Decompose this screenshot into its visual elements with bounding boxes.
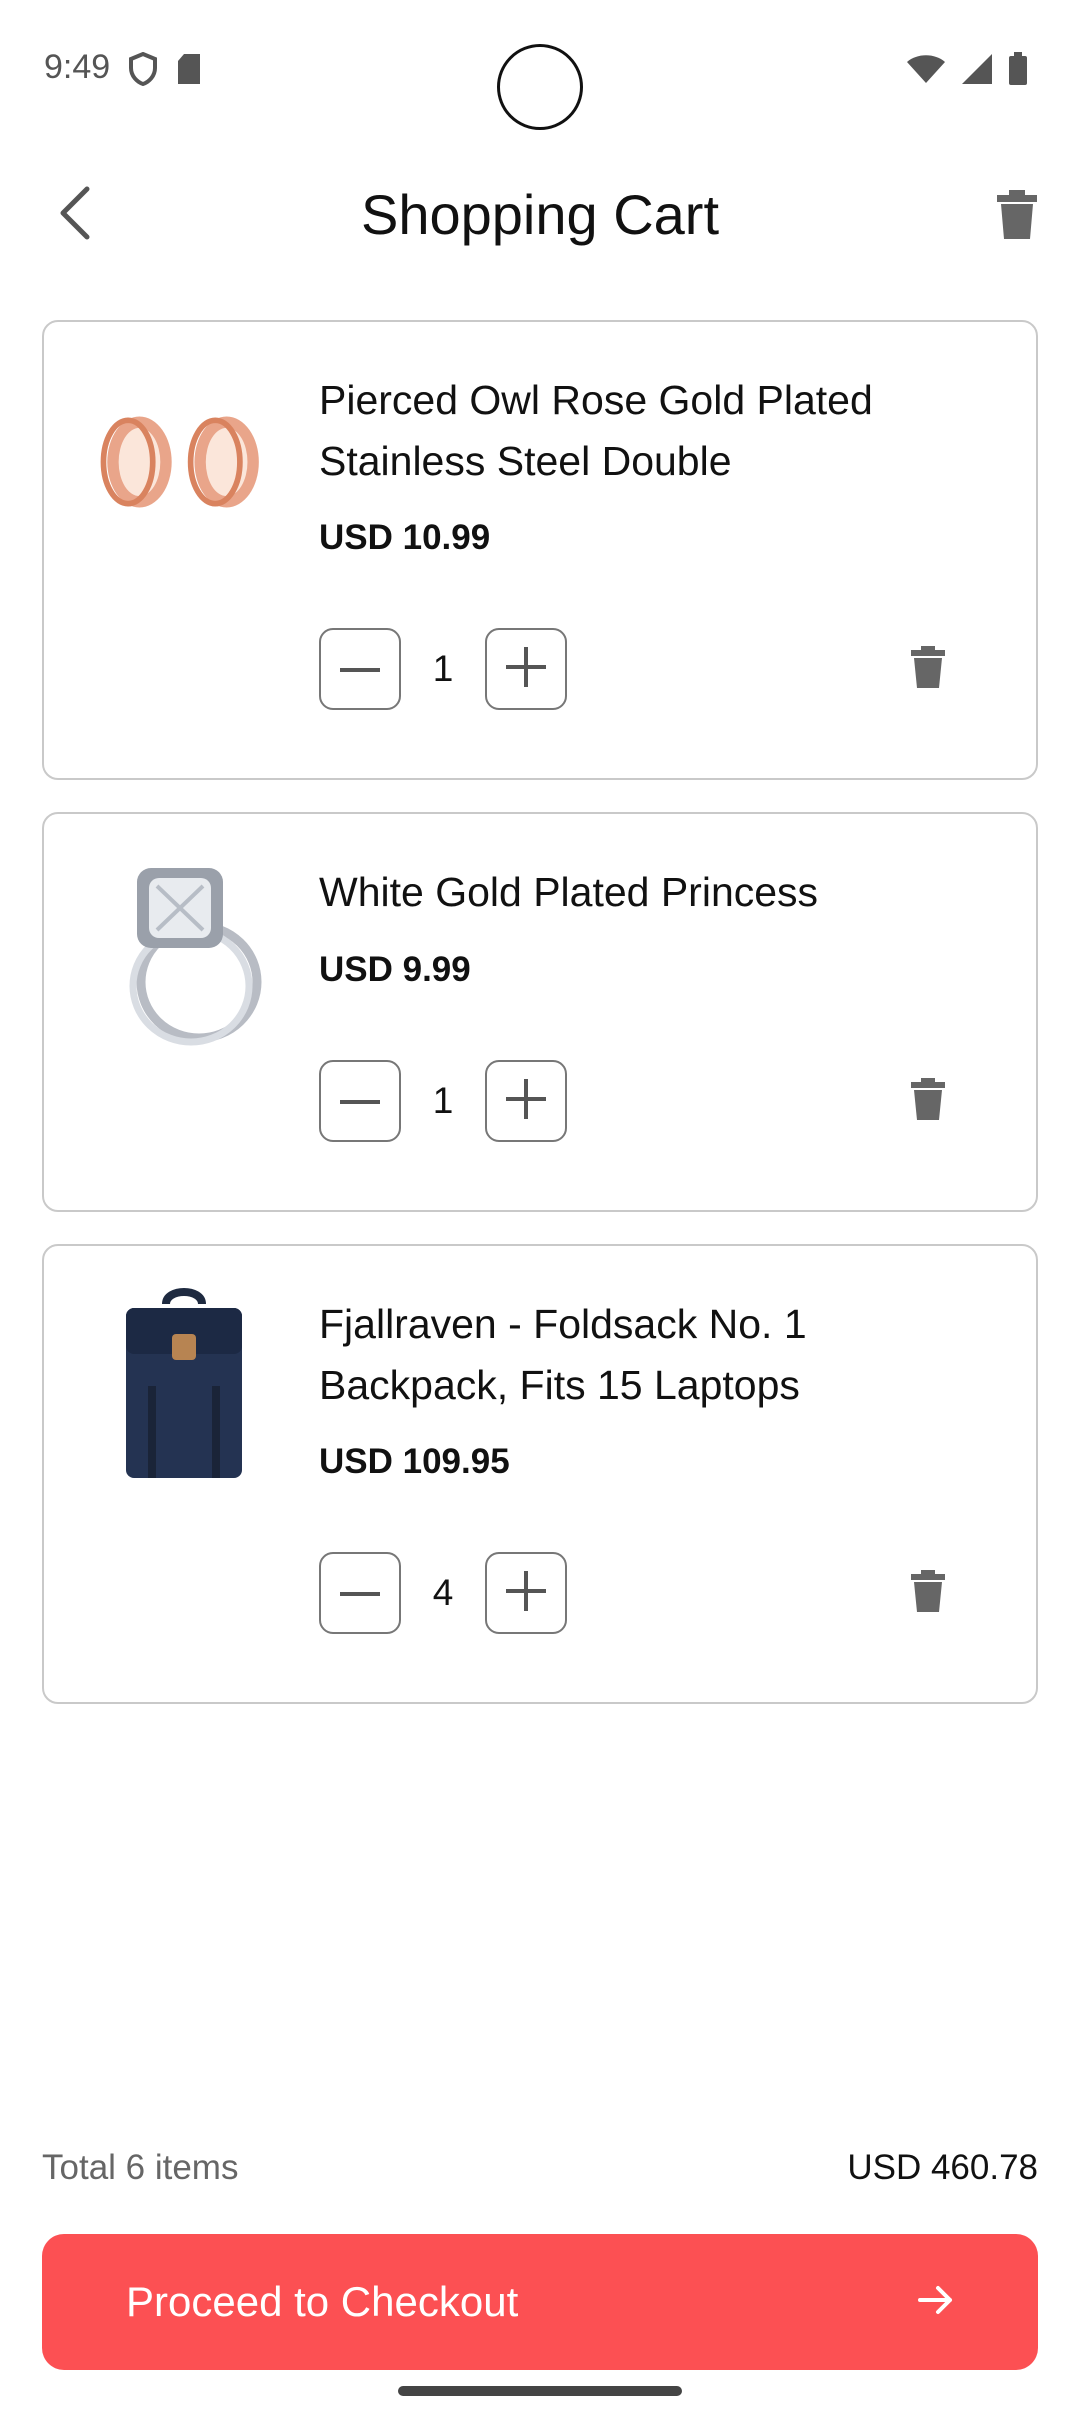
plus-icon [506, 1570, 546, 1616]
page-title: Shopping Cart [360, 183, 719, 246]
minus-icon [340, 660, 380, 678]
shield-icon [128, 51, 158, 91]
checkout-button[interactable]: Proceed to Checkout [42, 2234, 1038, 2370]
quantity-value: 4 [432, 1572, 454, 1613]
product-name: White Gold Plated Princess [319, 869, 819, 915]
decrease-quantity-button[interactable] [319, 1552, 401, 1634]
product-image [94, 1286, 274, 1486]
camera-cutout [497, 44, 583, 130]
trash-icon [997, 189, 1037, 245]
remove-item-button[interactable] [900, 1552, 956, 1634]
increase-quantity-button[interactable] [485, 1552, 567, 1634]
status-time: 9:49 [44, 48, 111, 86]
total-price: USD 460.78 [847, 2148, 1038, 2187]
plus-icon [506, 646, 546, 692]
cart-item: Pierced Owl Rose Gold Plated Stainless S… [42, 320, 1038, 780]
quantity-stepper: 1 [319, 1060, 567, 1142]
increase-quantity-button[interactable] [485, 1060, 567, 1142]
trash-icon [911, 645, 945, 693]
status-bar: 9:49 [0, 0, 1080, 140]
cart-total-row: Total 6 items USD 460.78 [42, 2148, 1038, 2188]
clear-cart-button[interactable] [982, 182, 1052, 252]
product-name: Pierced Owl Rose Gold Plated Stainless S… [319, 377, 873, 484]
remove-item-button[interactable] [900, 1060, 956, 1142]
cell-signal-icon [960, 53, 994, 90]
wifi-icon [906, 53, 946, 90]
increase-quantity-button[interactable] [485, 628, 567, 710]
product-price: USD 109.95 [319, 1442, 510, 1481]
product-image [94, 854, 274, 1054]
decrease-quantity-button[interactable] [319, 1060, 401, 1142]
trash-icon [911, 1077, 945, 1125]
arrow-right-icon [918, 2284, 954, 2321]
checkout-label: Proceed to Checkout [126, 2278, 519, 2325]
home-indicator[interactable] [398, 2386, 682, 2396]
plus-icon [506, 1078, 546, 1124]
sd-card-icon [176, 53, 202, 90]
quantity-stepper: 1 [319, 628, 567, 710]
status-right-icons [906, 52, 1028, 91]
status-left-icons [128, 51, 202, 91]
product-price: USD 9.99 [319, 950, 471, 989]
decrease-quantity-button[interactable] [319, 628, 401, 710]
trash-icon [911, 1569, 945, 1617]
total-items-label: Total 6 items [42, 2148, 239, 2187]
cart-item: White Gold Plated Princess USD 9.99 1 [42, 812, 1038, 1212]
product-image [94, 362, 274, 562]
app-bar: Shopping Cart [0, 160, 1080, 270]
product-name: Fjallraven - Foldsack No. 1 Backpack, Fi… [319, 1301, 807, 1408]
cart-item: Fjallraven - Foldsack No. 1 Backpack, Fi… [42, 1244, 1038, 1704]
quantity-stepper: 4 [319, 1552, 567, 1634]
remove-item-button[interactable] [900, 628, 956, 710]
quantity-value: 1 [432, 648, 454, 689]
battery-icon [1008, 52, 1028, 91]
quantity-value: 1 [432, 1080, 454, 1121]
minus-icon [340, 1584, 380, 1602]
product-price: USD 10.99 [319, 518, 491, 557]
minus-icon [340, 1092, 380, 1110]
